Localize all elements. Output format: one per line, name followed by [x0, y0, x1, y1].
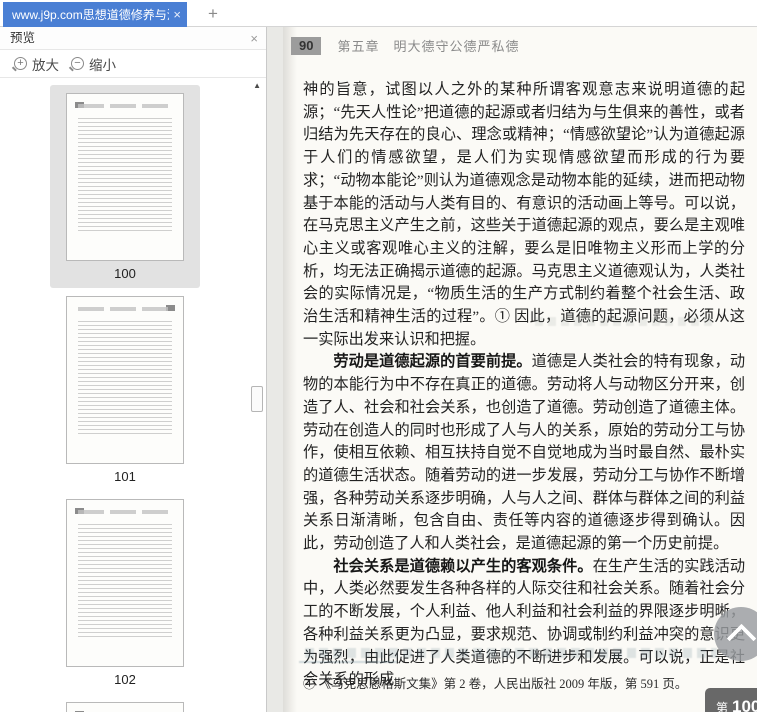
browser-tab[interactable]: www.j9p.com思想道德修养与法 × [3, 2, 187, 27]
magnifier-plus-icon [14, 57, 27, 70]
thumbnail-page-preview [66, 702, 184, 712]
scrollbar-up-arrow-icon[interactable]: ▲ [253, 81, 261, 90]
zoom-in-button[interactable]: 放大 [14, 54, 59, 74]
new-tab-button[interactable]: + [201, 3, 225, 25]
thumbnail-header-lines [78, 104, 172, 108]
scrollbar-thumb[interactable] [251, 386, 263, 412]
document-body: 神的旨意，试图以人之外的某种所谓客观意志来说明道德的起源；“先天人性论”把道德的… [303, 79, 745, 692]
tab-close-icon[interactable]: × [173, 8, 181, 21]
thumbnail-text-lines [78, 524, 172, 640]
body-paragraph: 神的旨意，试图以人之外的某种所谓客观意志来说明道德的起源；“先天人性论”把道德的… [303, 81, 745, 348]
preview-sidebar: 预览 × 放大 缩小 100 101 102 ▲ [0, 27, 267, 712]
page-header: 90 第五章 明大德守公德严私德 [291, 36, 519, 55]
zoom-out-button[interactable]: 缩小 [71, 54, 116, 74]
thumbnail-list: 100 101 102 [0, 77, 250, 712]
tab-title: www.j9p.com思想道德修养与法 [12, 8, 170, 22]
thumbnail-header-lines [78, 307, 172, 311]
thumbnail-page-label: 101 [114, 469, 136, 484]
thumbnail-page-101[interactable]: 101 [50, 288, 200, 491]
thumbnail-page-label: 102 [114, 672, 136, 687]
paragraph-lead-sentence: 劳动是道德起源的首要前提。 [333, 353, 532, 371]
page-badge-prefix: 第 [716, 701, 729, 712]
current-page-badge: 第 100 [705, 688, 757, 712]
thumbnail-page-preview [66, 296, 184, 464]
sidebar-zoom-toolbar: 放大 缩小 [0, 50, 266, 78]
pdf-page: 90 第五章 明大德守公德严私德 神的旨意，试图以人之外的某种所谓客观意志来说明… [283, 27, 757, 712]
browser-window: www.j9p.com思想道德修养与法 × + 预览 × 放大 缩小 10010… [0, 0, 757, 712]
thumbnail-page-partial[interactable] [50, 694, 200, 712]
footnote: ① 《马克思恩格斯文集》第 2 卷，人民出版社 2009 年版，第 591 页。 [303, 677, 688, 691]
zoom-out-label: 缩小 [89, 57, 116, 73]
sidebar-close-icon[interactable]: × [250, 32, 258, 45]
body-paragraph: 社会关系是道德赖以产生的客观条件。在生产生活的实践活动中，人类必然要发生各种各样… [303, 557, 746, 689]
thumbnail-header-lines [78, 510, 172, 514]
page-badge-number: 100 [732, 697, 757, 712]
printed-page-number-badge: 90 [291, 36, 322, 55]
pdf-viewport: 90 第五章 明大德守公德严私德 神的旨意，试图以人之外的某种所谓客观意志来说明… [267, 27, 757, 712]
magnifier-minus-icon [71, 57, 84, 70]
body-paragraph: 劳动是道德起源的首要前提。道德是人类社会的特有现象，动物的本能行为中不存在真正的… [303, 353, 746, 553]
thumbnail-page-100[interactable]: 100 [50, 85, 200, 288]
chapter-header: 第五章 明大德守公德严私德 [337, 39, 520, 54]
thumbnail-text-lines [78, 321, 172, 437]
thumbnail-page-label: 100 [114, 266, 136, 281]
paragraph-lead-sentence: 社会关系是道德赖以产生的客观条件。 [333, 557, 593, 575]
sidebar-title: 预览 [10, 31, 36, 45]
sidebar-header: 预览 × [0, 27, 266, 50]
thumbnail-text-lines [78, 118, 172, 234]
thumbnail-page-102[interactable]: 102 [50, 491, 200, 694]
browser-tab-bar: www.j9p.com思想道德修养与法 × + [0, 0, 757, 27]
zoom-in-label: 放大 [32, 57, 59, 73]
chevron-up-icon [726, 623, 757, 654]
thumbnail-page-preview [66, 499, 184, 667]
thumbnail-page-preview [66, 93, 184, 261]
